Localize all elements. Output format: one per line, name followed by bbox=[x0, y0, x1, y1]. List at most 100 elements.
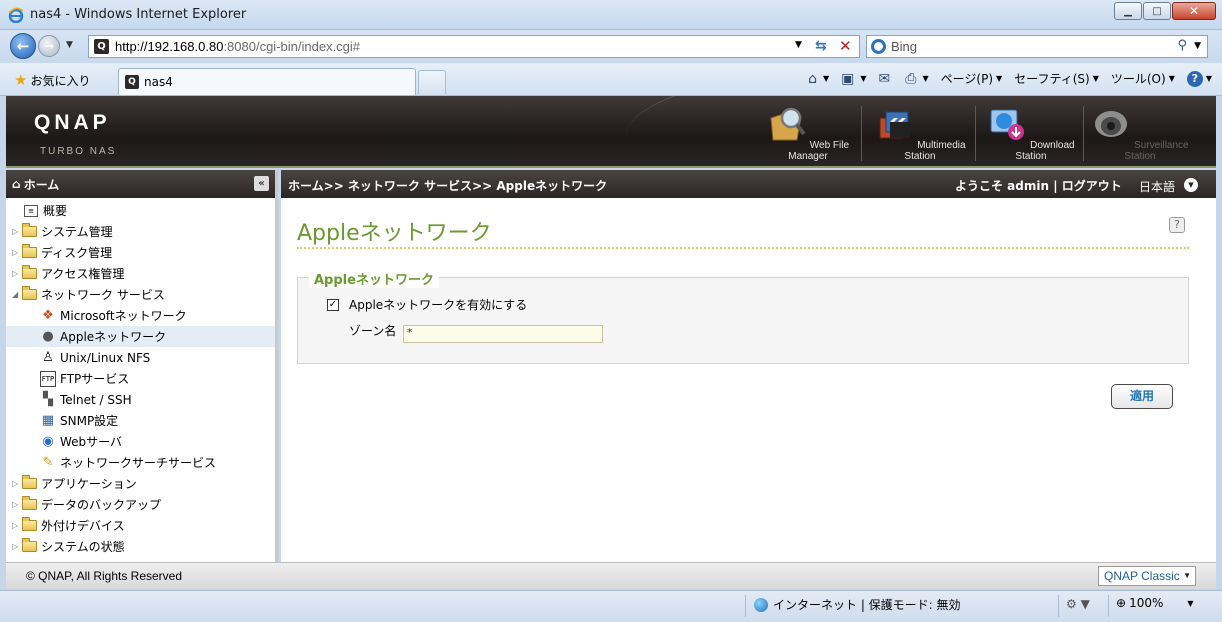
expand-icon: ▷ bbox=[12, 248, 19, 257]
language-dropdown-icon[interactable]: ▼ bbox=[1184, 178, 1198, 192]
forward-button[interactable]: → bbox=[38, 35, 60, 57]
new-tab-button[interactable] bbox=[418, 70, 446, 94]
favorites-button[interactable]: ★ お気に入り bbox=[14, 71, 90, 89]
printer-icon: ⎙ bbox=[905, 70, 917, 87]
home-icon: ⌂ bbox=[12, 177, 21, 191]
breadcrumb: ホーム>> ネットワーク サービス>> Appleネットワーク bbox=[288, 179, 608, 193]
refresh-icon[interactable]: ⇆ bbox=[815, 38, 827, 54]
enable-apple-network-row: ✓ Appleネットワークを有効にする bbox=[327, 296, 527, 313]
breadcrumb-bar: ホーム>> ネットワーク サービス>> Appleネットワーク ようこそ adm… bbox=[281, 170, 1216, 198]
enable-apple-network-checkbox[interactable]: ✓ bbox=[327, 298, 339, 311]
page-title: Appleネットワーク bbox=[297, 221, 492, 246]
search-placeholder: Bing bbox=[891, 39, 918, 54]
language-label[interactable]: 日本語 bbox=[1139, 178, 1175, 195]
app-web-file-manager[interactable]: Web File Manager bbox=[758, 96, 862, 166]
sidebar-item-external-devices[interactable]: ▷ 外付けデバイス bbox=[6, 515, 275, 536]
title-divider bbox=[297, 247, 1189, 249]
settings-group bbox=[297, 277, 1189, 364]
collapse-tree-icon: ◢ bbox=[12, 290, 19, 299]
sidebar-item-access[interactable]: ▷ アクセス権管理 bbox=[6, 263, 275, 284]
sidebar-item-ftp[interactable]: FTP FTPサービス bbox=[6, 368, 275, 389]
sidebar-item-network-services[interactable]: ◢ ネットワーク サービス bbox=[6, 284, 275, 305]
page-footer: © QNAP, All Rights Reserved QNAP Classic… bbox=[6, 562, 1216, 589]
search-icon[interactable]: ⚲ bbox=[1177, 38, 1187, 53]
sidebar-item-system-status[interactable]: ▷ システムの状態 bbox=[6, 536, 275, 557]
folder-icon bbox=[22, 265, 37, 279]
stop-icon[interactable]: ✕ bbox=[839, 37, 852, 55]
globe-icon: ◉ bbox=[42, 433, 54, 449]
app-download-station[interactable]: Download Station bbox=[982, 96, 1084, 166]
search-service-icon: ✎ bbox=[42, 454, 54, 470]
folder-icon bbox=[22, 538, 37, 552]
tools-menu[interactable]: ツール(O) ▼ bbox=[1111, 70, 1175, 87]
sidebar-item-nfs[interactable]: ♙ Unix/Linux NFS bbox=[6, 347, 275, 368]
folder-icon bbox=[22, 517, 37, 531]
skin-select[interactable]: QNAP Classic ▼ bbox=[1098, 566, 1196, 586]
sidebar: ⌂ ホーム « ≡ 概要 ▷ システム管理 ▷ ディスク管理 ▷ アクセス権管理 ◢ ネッ… bbox=[6, 170, 278, 562]
favorites-label: お気に入り bbox=[30, 73, 91, 88]
page-menu[interactable]: ページ(P) ▼ bbox=[941, 70, 1003, 87]
print-command[interactable]: ⎙ ▼ bbox=[905, 71, 928, 87]
expand-icon: ▷ bbox=[12, 521, 19, 530]
qnap-tab-icon: Q bbox=[125, 75, 139, 89]
sidebar-item-backup[interactable]: ▷ データのバックアップ bbox=[6, 494, 275, 515]
url-text: http://192.168.0.80:8080/cgi-bin/index.c… bbox=[115, 39, 361, 54]
ie-logo-icon bbox=[8, 7, 24, 23]
sidebar-item-web-server[interactable]: ◉ Webサーバ bbox=[6, 431, 275, 452]
minimize-button[interactable]: ▁ bbox=[1114, 2, 1142, 20]
feeds-command[interactable]: ▣ ▼ bbox=[841, 71, 866, 87]
safety-menu[interactable]: セーフティ(S) ▼ bbox=[1014, 70, 1099, 87]
copyright: © QNAP, All Rights Reserved bbox=[26, 569, 183, 583]
back-button[interactable]: ← bbox=[10, 33, 36, 59]
maximize-button[interactable]: □ bbox=[1143, 2, 1171, 20]
search-dropdown-icon[interactable]: ▼ bbox=[1194, 41, 1201, 51]
folder-icon bbox=[22, 223, 37, 237]
help-icon: ? bbox=[1186, 70, 1203, 87]
qnap-logo: QNAP bbox=[34, 111, 111, 134]
app-surveillance-station[interactable]: Surveillance Station bbox=[1088, 96, 1192, 166]
close-window-button[interactable]: ✕ bbox=[1172, 2, 1216, 20]
magnifier-folder-icon bbox=[770, 107, 806, 141]
tab-nas4[interactable]: Q nas4 bbox=[118, 68, 416, 95]
network-icon: ▦ bbox=[41, 412, 55, 428]
help-icon[interactable]: ? bbox=[1169, 217, 1185, 233]
window-titlebar: nas4 - Windows Internet Explorer ▁ □ ✕ bbox=[0, 0, 1222, 30]
sidebar-item-overview[interactable]: ≡ 概要 bbox=[6, 200, 275, 221]
mail-icon: ✉ bbox=[878, 70, 891, 87]
multimedia-icon bbox=[879, 111, 911, 139]
mail-command[interactable]: ✉ bbox=[879, 71, 894, 87]
search-field[interactable]: Bing ⚲ ▼ bbox=[866, 35, 1208, 58]
folder-open-icon bbox=[22, 286, 37, 300]
zone-name-label: ゾーン名 bbox=[349, 324, 397, 338]
zoom-control[interactable]: ⊕ 100% ▼ bbox=[1116, 596, 1194, 610]
sidebar-header: ⌂ ホーム « bbox=[6, 170, 275, 198]
help-menu[interactable]: ? ▼ bbox=[1186, 70, 1212, 87]
security-zone[interactable]: インターネット | 保護モード: 無効 bbox=[754, 596, 961, 613]
history-dropdown-icon[interactable]: ▼ bbox=[66, 40, 73, 50]
app-multimedia-station[interactable]: Multimedia Station bbox=[868, 96, 976, 166]
address-dropdown-icon[interactable]: ▼ bbox=[795, 40, 802, 50]
sidebar-item-disk[interactable]: ▷ ディスク管理 bbox=[6, 242, 275, 263]
qnap-favicon-icon: Q bbox=[94, 39, 109, 54]
sidebar-item-microsoft-network[interactable]: ❖ Microsoftネットワーク bbox=[6, 305, 275, 326]
sidebar-item-network-search[interactable]: ✎ ネットワークサーチサービス bbox=[6, 452, 275, 473]
home-command[interactable]: ⌂ ▼ bbox=[808, 71, 829, 87]
address-field[interactable]: Q http://192.168.0.80:8080/cgi-bin/index… bbox=[88, 35, 860, 58]
command-bar: ⌂ ▼ ▣ ▼ ✉ ⎙ ▼ ページ(P) ▼ セーフティ(S) ▼ ツール(O) ▼ ? ▼ bbox=[796, 70, 1212, 87]
download-globe-icon bbox=[990, 109, 1025, 140]
collapse-sidebar-icon[interactable]: « bbox=[254, 176, 269, 191]
sidebar-item-telnet-ssh[interactable]: ▚ Telnet / SSH bbox=[6, 389, 275, 410]
zone-name-input[interactable]: * bbox=[403, 325, 603, 343]
sidebar-item-snmp[interactable]: ▦ SNMP設定 bbox=[6, 410, 275, 431]
expand-icon: ▷ bbox=[12, 479, 19, 488]
sidebar-item-applications[interactable]: ▷ アプリケーション bbox=[6, 473, 275, 494]
chevron-down-icon: ▼ bbox=[1187, 598, 1194, 608]
expand-icon: ▷ bbox=[12, 269, 19, 278]
protected-mode-icon[interactable]: ⚙ ▼ bbox=[1066, 597, 1090, 611]
welcome-logout[interactable]: ようこそ admin | ログアウト bbox=[955, 177, 1122, 194]
sidebar-item-system-admin[interactable]: ▷ システム管理 bbox=[6, 221, 275, 242]
main-content: ホーム>> ネットワーク サービス>> Appleネットワーク ようこそ adm… bbox=[281, 170, 1216, 562]
rss-icon: ▣ bbox=[841, 70, 855, 87]
sidebar-item-apple-network[interactable]: ● Appleネットワーク bbox=[6, 326, 275, 347]
apply-button[interactable]: 適用 bbox=[1111, 384, 1173, 409]
